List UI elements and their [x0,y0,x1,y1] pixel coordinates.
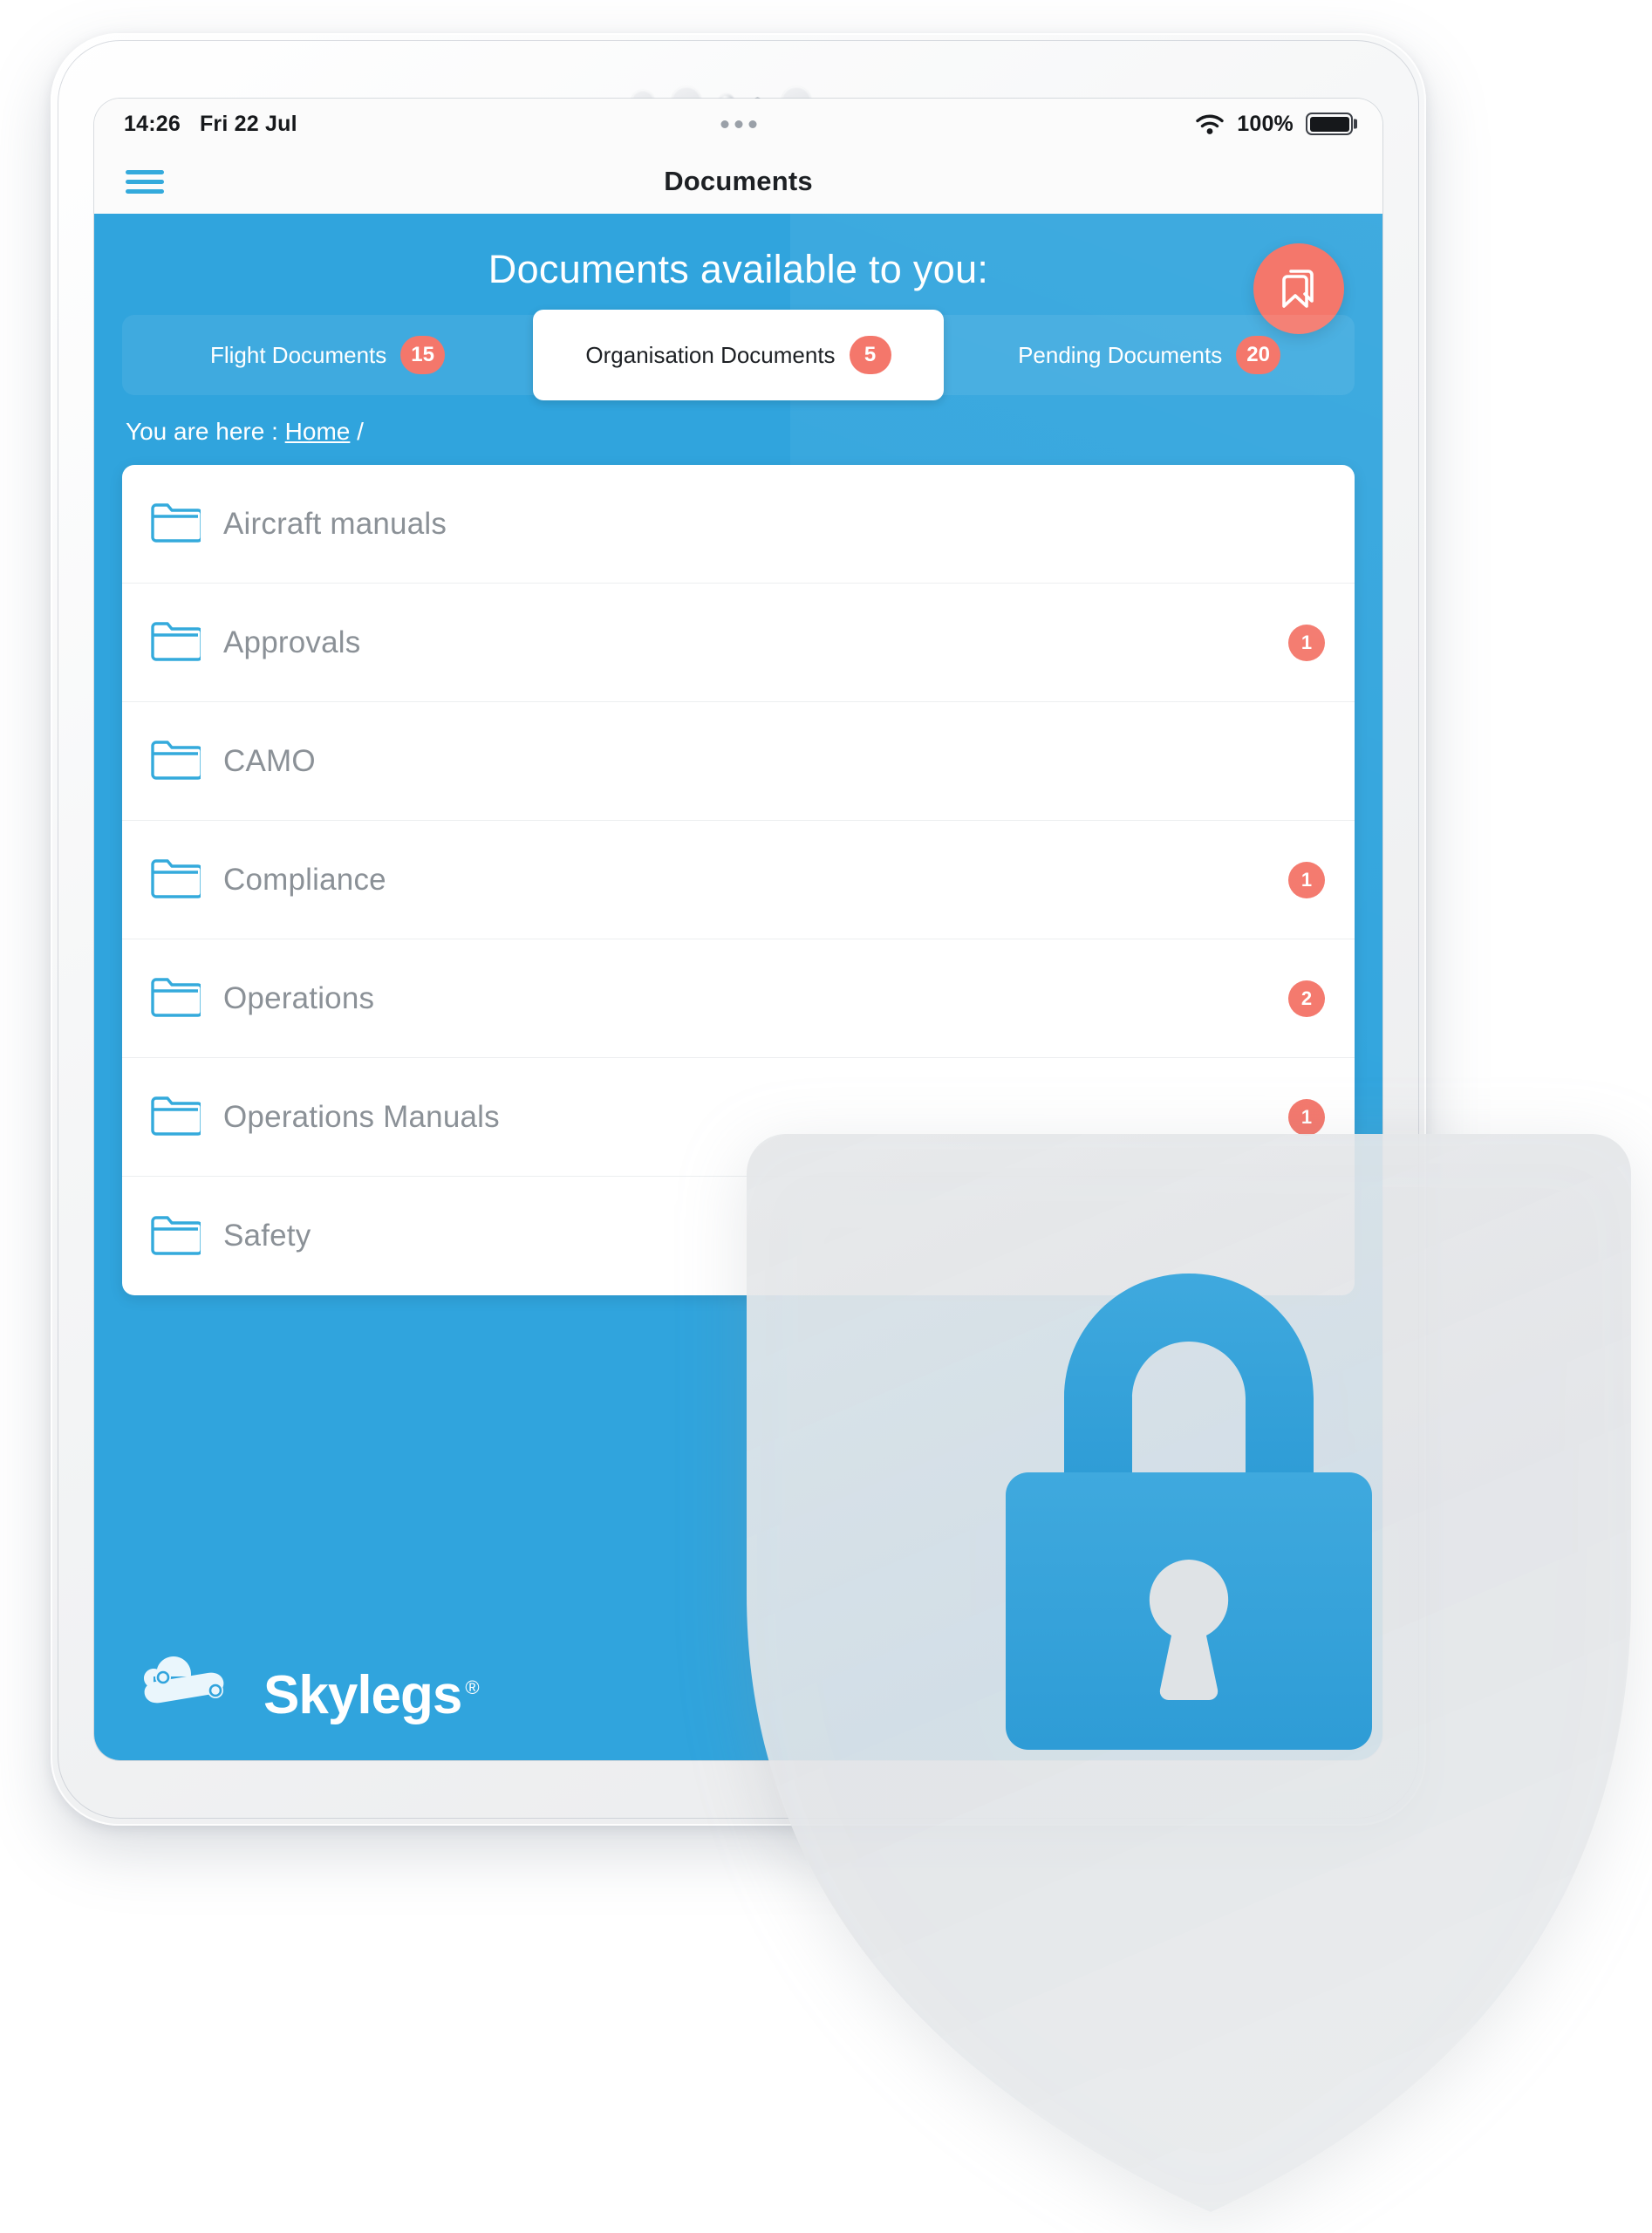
folder-row-compliance[interactable]: Compliance 1 [122,821,1355,939]
folder-count-badge: 1 [1288,1098,1325,1136]
folder-row-operations-manuals[interactable]: Operations Manuals 1 [122,1058,1355,1177]
hamburger-menu-icon[interactable] [126,165,164,199]
status-bar-left: 14:26 Fri 22 Jul [124,112,297,137]
tab-count-badge: 5 [849,336,891,374]
wifi-icon [1195,113,1225,135]
folder-icon [150,500,203,548]
skylegs-cloud-wing-logo-icon [134,1641,244,1722]
folder-name: Safety [223,1219,311,1253]
battery-percent-label: 100% [1237,111,1294,136]
folder-count-badge: 1 [1288,861,1325,898]
folder-name: Approvals [223,625,361,659]
folder-row-approvals[interactable]: Approvals 1 [122,584,1355,702]
bookmark-icon [1282,270,1314,308]
tab-pending-documents[interactable]: Pending Documents 20 [944,315,1355,395]
tab-flight-documents[interactable]: Flight Documents 15 [122,315,533,395]
app-navigation-bar: Documents [94,149,1382,214]
folder-name: Aircraft manuals [223,506,447,541]
folder-name: Operations Manuals [223,1099,500,1134]
folder-icon [150,1212,203,1260]
breadcrumb-prefix: You are here : [126,418,278,445]
breadcrumb-separator: / [357,418,364,445]
folder-icon [150,1093,203,1141]
folder-icon [150,856,203,904]
tab-label: Pending Documents [1018,341,1223,368]
brand-wordmark: Skylegs [263,1665,462,1726]
folder-count-badge: 2 [1288,980,1325,1017]
folder-name: Compliance [223,862,386,897]
folder-name: Operations [223,980,375,1015]
folder-row-aircraft-manuals[interactable]: Aircraft manuals [122,465,1355,584]
tab-count-badge: 20 [1236,336,1280,374]
folder-icon [150,618,203,666]
status-bar: 14:26 Fri 22 Jul 100% [94,99,1382,149]
folder-icon [150,737,203,785]
folder-icon [150,974,203,1022]
folder-row-safety[interactable]: Safety [122,1177,1355,1295]
tab-count-badge: 15 [400,336,445,374]
folder-row-operations[interactable]: Operations 2 [122,939,1355,1058]
document-category-tabs: Flight Documents 15 Organisation Documen… [122,310,1355,400]
app-content-area: Documents available to you: Flight Docum… [94,214,1382,1760]
tab-label: Organisation Documents [585,341,836,368]
folder-row-camo[interactable]: CAMO [122,702,1355,821]
breadcrumb-link-home[interactable]: Home [285,418,351,445]
registered-trademark-symbol: ® [465,1676,479,1699]
status-time: 14:26 [124,111,181,136]
three-dots-icon [720,120,756,128]
folder-list-card: Aircraft manuals Approvals 1 CAMO Compli… [122,465,1355,1295]
status-bar-right: 100% [1195,112,1353,137]
skylegs-logo: Skylegs ® [134,1641,480,1726]
tab-label: Flight Documents [209,341,387,368]
hero-heading: Documents available to you: [488,247,989,291]
breadcrumb: You are here : Home / [94,395,1382,465]
folder-name: CAMO [223,743,316,778]
page-title: Documents [664,166,813,196]
screenshot-root: 14:26 Fri 22 Jul 100% Documents Document… [0,0,1652,2233]
tablet-device-frame: 14:26 Fri 22 Jul 100% Documents Document… [51,33,1426,1826]
tablet-screen: 14:26 Fri 22 Jul 100% Documents Document… [94,99,1382,1760]
tab-organisation-documents[interactable]: Organisation Documents 5 [533,310,944,400]
battery-full-icon [1306,113,1353,135]
folder-count-badge: 1 [1288,624,1325,661]
status-date: Fri 22 Jul [199,111,297,136]
